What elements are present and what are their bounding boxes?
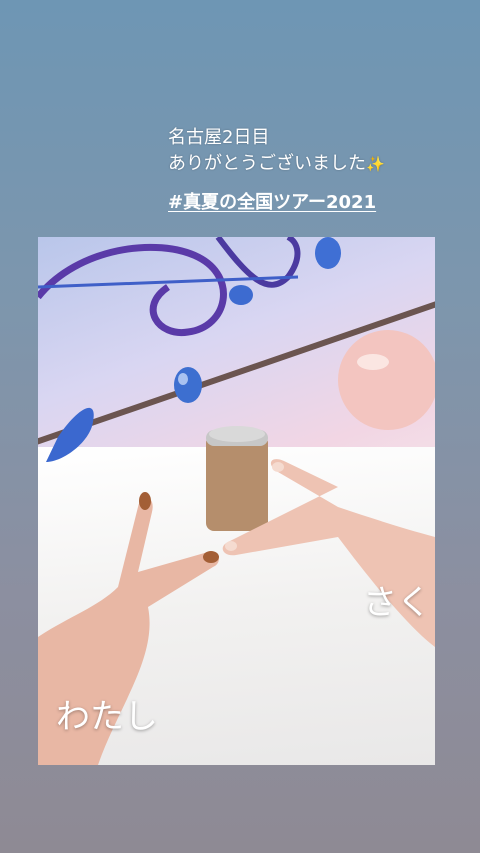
hashtag-link[interactable]: #真夏の全国ツアー2021 (168, 188, 376, 214)
mural-swirl-purple (38, 243, 227, 337)
left-nail-1 (139, 492, 151, 510)
left-nail-2 (203, 551, 219, 563)
photo-illustration (38, 237, 435, 765)
label-watashi: わたし (56, 697, 158, 737)
caption-line-2: ありがとうございました✨ (168, 151, 468, 177)
story-caption: 名古屋2日目 ありがとうございました✨ (168, 125, 468, 177)
caption-line-2-text: ありがとうございました (168, 153, 366, 174)
blue-bubble-drop (229, 285, 253, 305)
right-nail-1 (272, 462, 284, 472)
sparkles-icon: ✨ (366, 155, 385, 173)
pink-balloon-shine (357, 354, 389, 370)
story-photo: さく わたし (38, 237, 435, 765)
caption-line-1: 名古屋2日目 (168, 127, 270, 148)
pink-balloon (338, 330, 435, 430)
drink-can-lid (209, 426, 265, 442)
blue-bubble-small (315, 237, 341, 269)
label-saku: さく (363, 583, 431, 623)
blue-bubble-shine (178, 373, 188, 385)
drink-can (206, 435, 268, 531)
right-nail-2 (225, 541, 237, 551)
blue-drip (46, 407, 94, 462)
blue-bubble (174, 367, 202, 403)
